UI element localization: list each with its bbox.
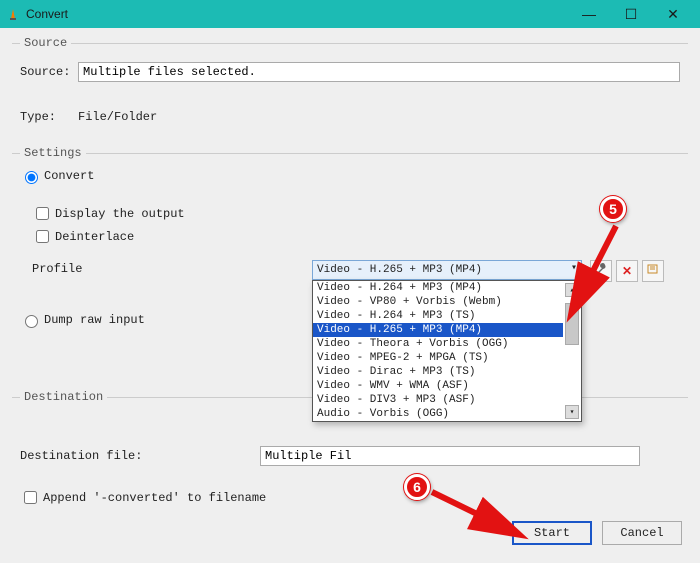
profile-option[interactable]: Video - DIV3 + MP3 (ASF) [313,393,563,407]
profile-combobox[interactable]: Video - H.265 + MP3 (MP4) [312,260,582,280]
display-output-input[interactable] [36,207,49,220]
new-profile-icon [647,263,659,279]
source-section: Source Source: Type: File/Folder [12,36,688,138]
start-button[interactable]: Start [512,521,592,545]
titlebar: Convert — ☐ ✕ [0,0,700,28]
convert-radio-label: Convert [44,169,94,183]
profile-selected-value: Video - H.265 + MP3 (MP4) [317,264,482,276]
profile-option[interactable]: Video - WMV + WMA (ASF) [313,379,563,393]
start-button-label: Start [534,526,570,540]
profile-option[interactable]: Audio - Vorbis (OGG) [313,407,563,421]
destination-file-label: Destination file: [20,449,260,463]
append-converted-checkbox[interactable]: Append '-converted' to filename [20,488,266,507]
convert-radio[interactable]: Convert [20,168,94,184]
deinterlace-checkbox[interactable]: Deinterlace [32,227,134,246]
dump-raw-label: Dump raw input [44,313,145,327]
profile-label: Profile [32,260,312,276]
profile-option[interactable]: Video - H.264 + MP3 (TS) [313,309,563,323]
profile-option[interactable]: Video - MPEG-2 + MPGA (TS) [313,351,563,365]
convert-radio-input[interactable] [25,171,38,184]
wrench-icon [595,263,607,279]
source-label: Source: [20,65,78,79]
dialog-body: Source Source: Type: File/Folder Setting… [0,28,700,563]
type-label: Type: [20,110,78,124]
profile-option[interactable]: Video - Dirac + MP3 (TS) [313,365,563,379]
callout-6-label: 6 [413,479,421,495]
vlc-cone-icon [6,7,20,21]
scroll-up-icon[interactable]: ▴ [565,283,579,297]
type-value: File/Folder [78,110,157,124]
dump-raw-input[interactable] [25,315,38,328]
profile-dropdown-list[interactable]: ▴ ▾ Video - H.264 + MP3 (MP4)Video - VP8… [312,280,582,422]
minimize-button[interactable]: — [568,0,610,28]
source-legend: Source [20,36,71,50]
profile-option[interactable]: Video - H.265 + MP3 (MP4) [313,323,563,337]
delete-profile-button[interactable]: ✕ [616,260,638,282]
maximize-button[interactable]: ☐ [610,0,652,28]
scrollbar-thumb[interactable] [565,303,579,345]
close-button[interactable]: ✕ [652,0,694,28]
window-title: Convert [26,7,568,21]
deinterlace-input[interactable] [36,230,49,243]
display-output-label: Display the output [55,207,185,221]
destination-file-field[interactable] [260,446,640,466]
source-field[interactable] [78,62,680,82]
annotation-callout-5: 5 [600,196,626,222]
callout-5-label: 5 [609,201,617,217]
settings-section: Settings Convert Display the output Dein… [12,146,688,382]
dump-raw-radio[interactable]: Dump raw input [20,312,145,328]
display-output-checkbox[interactable]: Display the output [32,204,185,223]
profile-option[interactable]: Video - Theora + Vorbis (OGG) [313,337,563,351]
delete-x-icon: ✕ [622,264,632,278]
settings-legend: Settings [20,146,86,160]
cancel-button[interactable]: Cancel [602,521,682,545]
annotation-callout-6: 6 [404,474,430,500]
append-converted-input[interactable] [24,491,37,504]
append-converted-label: Append '-converted' to filename [43,491,266,505]
destination-legend: Destination [20,390,107,404]
scroll-down-icon[interactable]: ▾ [565,405,579,419]
edit-profile-button[interactable] [590,260,612,282]
cancel-button-label: Cancel [620,526,663,540]
new-profile-button[interactable] [642,260,664,282]
deinterlace-label: Deinterlace [55,230,134,244]
profile-option[interactable]: Video - H.264 + MP3 (MP4) [313,281,563,295]
profile-option[interactable]: Video - VP80 + Vorbis (Webm) [313,295,563,309]
